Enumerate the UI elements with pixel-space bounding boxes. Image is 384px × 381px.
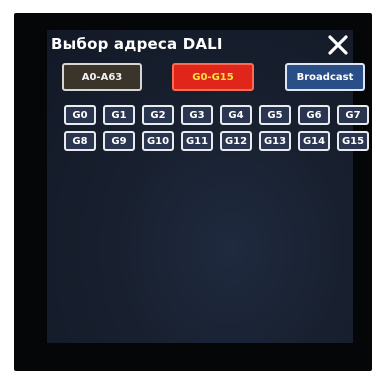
- group-button-g14[interactable]: G14: [298, 131, 330, 151]
- dali-address-screen: Выбор адреса DALI A0-A63 G0-G15 Broadcas…: [47, 30, 369, 343]
- close-icon: [328, 35, 348, 55]
- group-button-g7[interactable]: G7: [337, 105, 369, 125]
- group-button-g10[interactable]: G10: [142, 131, 174, 151]
- a-range-button[interactable]: A0-A63: [62, 63, 142, 91]
- group-button-g8[interactable]: G8: [64, 131, 96, 151]
- group-button-g11[interactable]: G11: [181, 131, 213, 151]
- group-button-g5[interactable]: G5: [259, 105, 291, 125]
- g-range-button[interactable]: G0-G15: [172, 63, 254, 91]
- group-button-g3[interactable]: G3: [181, 105, 213, 125]
- close-button[interactable]: [327, 34, 349, 56]
- group-button-g15[interactable]: G15: [337, 131, 369, 151]
- group-button-g6[interactable]: G6: [298, 105, 330, 125]
- group-button-g9[interactable]: G9: [103, 131, 135, 151]
- group-button-g1[interactable]: G1: [103, 105, 135, 125]
- group-button-g2[interactable]: G2: [142, 105, 174, 125]
- device-bezel: Выбор адреса DALI A0-A63 G0-G15 Broadcas…: [14, 13, 372, 371]
- group-button-g13[interactable]: G13: [259, 131, 291, 151]
- broadcast-button[interactable]: Broadcast: [285, 63, 365, 91]
- group-button-g4[interactable]: G4: [220, 105, 252, 125]
- group-button-g12[interactable]: G12: [220, 131, 252, 151]
- group-button-g0[interactable]: G0: [64, 105, 96, 125]
- page-title: Выбор адреса DALI: [51, 35, 223, 53]
